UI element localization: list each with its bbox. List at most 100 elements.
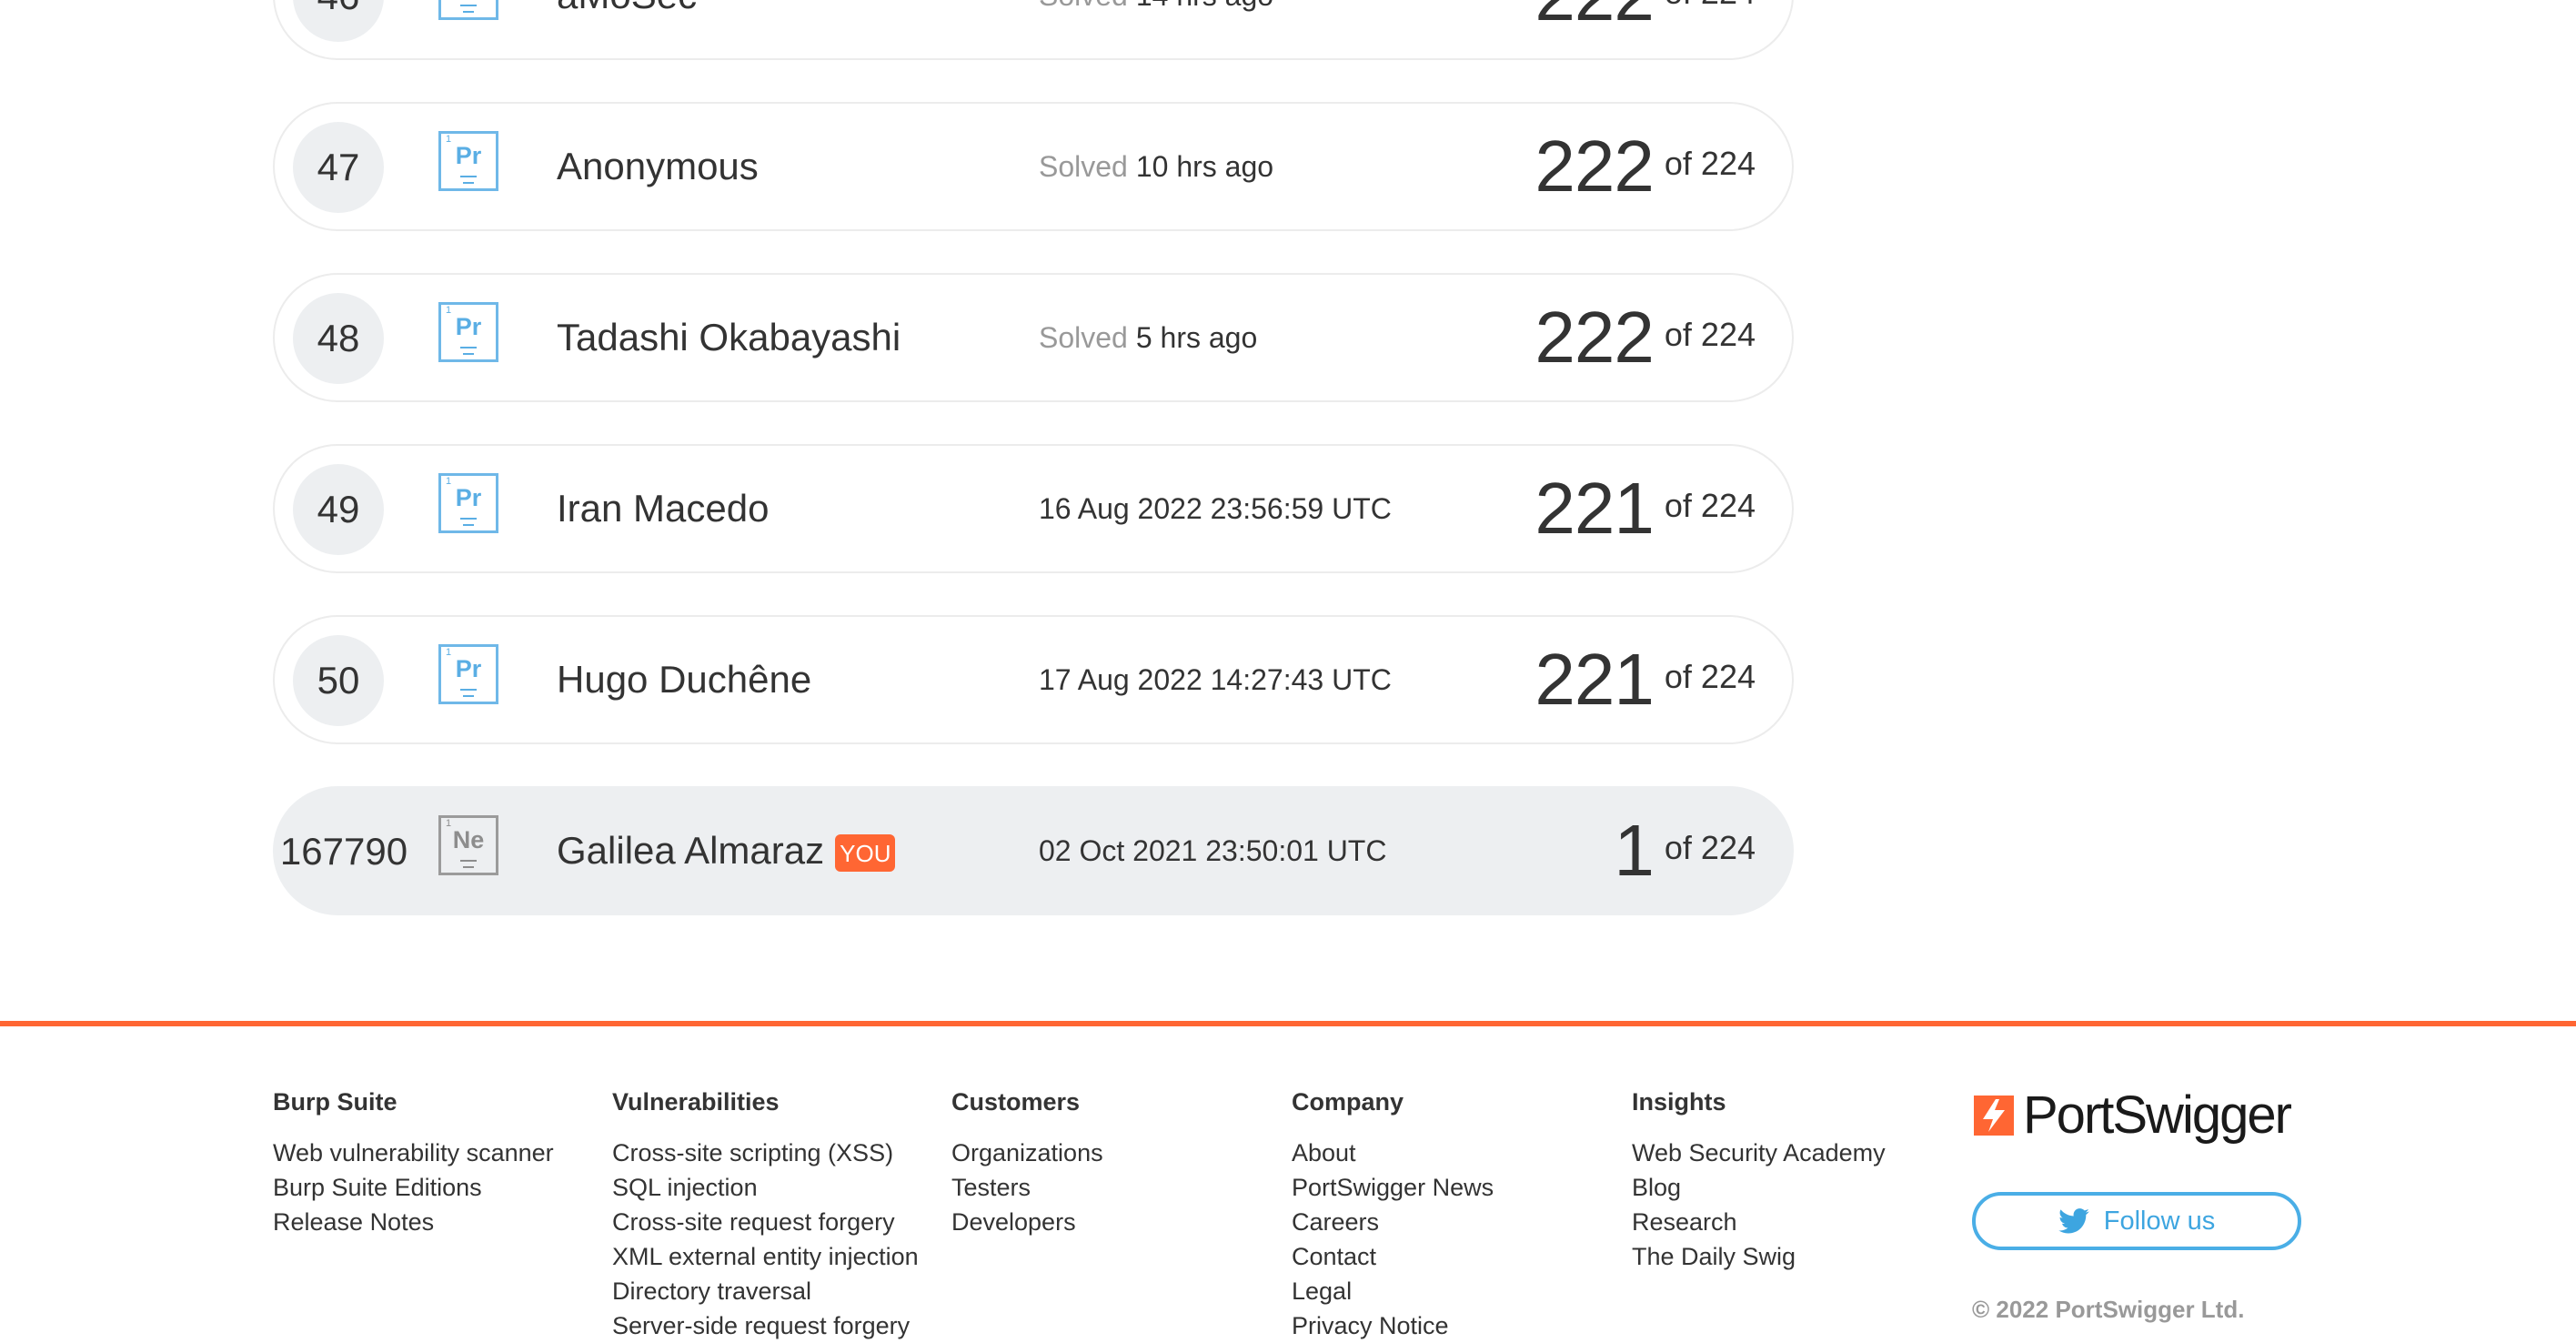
rank-number: 167790 bbox=[279, 830, 408, 873]
score-total: of 224 bbox=[1665, 658, 1756, 696]
score-total: of 224 bbox=[1665, 316, 1756, 354]
player-name: Anonymous bbox=[557, 145, 759, 187]
follow-us-button[interactable]: Follow us bbox=[1972, 1192, 2301, 1250]
site-footer: Burp Suite Web vulnerability scanner Bur… bbox=[0, 1026, 2576, 1339]
rank-circle: 50 bbox=[293, 635, 384, 726]
score: 221 of 224 bbox=[1535, 446, 1756, 571]
of-label: of bbox=[1664, 658, 1692, 695]
footer-link[interactable]: About bbox=[1292, 1136, 1494, 1170]
footer-link[interactable]: Careers bbox=[1292, 1205, 1494, 1239]
footer-link[interactable]: Developers bbox=[951, 1205, 1103, 1239]
total-value: 224 bbox=[1700, 829, 1756, 866]
of-label: of bbox=[1664, 487, 1692, 524]
footer-link[interactable]: Server-side request forgery bbox=[612, 1308, 919, 1343]
rank-circle: 48 bbox=[293, 293, 384, 384]
rank-number: 47 bbox=[317, 146, 360, 188]
level-symbol: Pr bbox=[455, 655, 482, 682]
score-total: of 224 bbox=[1665, 829, 1756, 867]
footer-column-insights: Insights Web Security Academy Blog Resea… bbox=[1632, 1088, 1886, 1274]
completion-time: 02 Oct 2021 23:50:01 UTC bbox=[1039, 788, 1386, 914]
footer-heading: Vulnerabilities bbox=[612, 1088, 780, 1116]
rank-number: 49 bbox=[317, 488, 360, 530]
footer-link[interactable]: Release Notes bbox=[273, 1205, 554, 1239]
footer-link[interactable]: Research bbox=[1632, 1205, 1886, 1239]
player-name-with-tag: Galilea Almaraz YOU bbox=[557, 788, 896, 914]
score-value: 222 bbox=[1535, 297, 1654, 378]
completion-time: 17 Aug 2022 14:27:43 UTC bbox=[1039, 617, 1392, 742]
copyright-text: © 2022 PortSwigger Ltd. bbox=[1972, 1296, 2245, 1323]
lightning-bolt-icon bbox=[1974, 1096, 2014, 1136]
total-value: 224 bbox=[1700, 316, 1756, 353]
rank-circle: 49 bbox=[293, 464, 384, 555]
of-label: of bbox=[1664, 316, 1692, 353]
follow-us-label: Follow us bbox=[2103, 1206, 2216, 1236]
footer-column-company: Company About PortSwigger News Careers C… bbox=[1292, 1088, 1494, 1343]
footer-link[interactable]: Burp Suite Editions bbox=[273, 1170, 554, 1205]
player-name: aMoSec bbox=[557, 0, 697, 58]
solved-time: Solved 10 hrs ago bbox=[1039, 104, 1273, 229]
player-name: Galilea Almaraz bbox=[557, 829, 825, 872]
footer-link[interactable]: Web vulnerability scanner bbox=[273, 1136, 554, 1170]
level-badge-icon: 1 Ne bbox=[438, 815, 498, 875]
score-value: 222 bbox=[1535, 0, 1654, 37]
footer-heading: Customers bbox=[951, 1088, 1081, 1116]
level-symbol: Pr bbox=[455, 313, 482, 340]
footer-link[interactable]: PortSwigger News bbox=[1292, 1170, 1494, 1205]
footer-link[interactable]: Blog bbox=[1632, 1170, 1886, 1205]
level-symbol: Ne bbox=[452, 826, 485, 853]
rank-number-you: 167790 bbox=[271, 806, 417, 897]
logo-text: PortSwigger bbox=[2023, 1086, 2292, 1145]
portswigger-logo[interactable]: PortSwigger bbox=[1974, 1086, 2292, 1145]
footer-link[interactable]: Cross-site request forgery bbox=[612, 1205, 919, 1239]
rank-circle: 46 bbox=[293, 0, 384, 42]
total-value: 224 bbox=[1700, 487, 1756, 524]
time-value: 17 Aug 2022 14:27:43 UTC bbox=[1039, 662, 1392, 696]
leaderboard-row: 47 1 Pr Anonymous Solved 10 hrs ago 222 of… bbox=[273, 102, 1794, 231]
footer-column-customers: Customers Organizations Testers Develope… bbox=[951, 1088, 1103, 1239]
score: 222 of 224 bbox=[1535, 104, 1756, 229]
footer-link[interactable]: Directory traversal bbox=[612, 1274, 919, 1308]
footer-link[interactable]: Privacy Notice bbox=[1292, 1308, 1494, 1343]
footer-heading: Company bbox=[1292, 1088, 1404, 1116]
leaderboard-row-you: 167790 1 Ne Galilea Almaraz YOU 02 Oct 20… bbox=[273, 786, 1794, 915]
level-badge-icon: 1 Pr bbox=[438, 0, 498, 20]
time-value: 02 Oct 2021 23:50:01 UTC bbox=[1039, 833, 1387, 867]
solved-time: Solved 14 hrs ago bbox=[1039, 0, 1273, 58]
solved-label: Solved bbox=[1039, 0, 1128, 13]
score-value: 222 bbox=[1535, 126, 1654, 207]
of-label: of bbox=[1664, 829, 1692, 866]
score-value: 1 bbox=[1614, 810, 1654, 891]
footer-link[interactable]: Testers bbox=[951, 1170, 1103, 1205]
score: 1 of 224 bbox=[1614, 788, 1756, 914]
total-value: 224 bbox=[1701, 0, 1756, 11]
score-value: 221 bbox=[1535, 639, 1654, 720]
score: 222 of 224 bbox=[1535, 0, 1756, 58]
footer-heading: Insights bbox=[1632, 1088, 1726, 1116]
leaderboard-row: 49 1 Pr Iran Macedo 16 Aug 2022 23:56:59… bbox=[273, 444, 1794, 573]
player-name: Iran Macedo bbox=[557, 487, 770, 530]
footer-column-vulnerabilities: Vulnerabilities Cross-site scripting (XS… bbox=[612, 1088, 919, 1343]
footer-link[interactable]: Web Security Academy bbox=[1632, 1136, 1886, 1170]
footer-link[interactable]: Organizations bbox=[951, 1136, 1103, 1170]
leaderboard-row: 46 1 Pr aMoSec Solved 14 hrs ago 222 of 22… bbox=[273, 0, 1794, 60]
time-value: 10 hrs ago bbox=[1135, 149, 1274, 183]
leaderboard-row: 48 1 Pr Tadashi Okabayashi Solved 5 hrs a… bbox=[273, 273, 1794, 402]
score-total: of 224 bbox=[1665, 487, 1756, 525]
footer-link[interactable]: Contact bbox=[1292, 1239, 1494, 1274]
footer-link[interactable]: Legal bbox=[1292, 1274, 1494, 1308]
level-badge-icon: 1 Pr bbox=[438, 644, 498, 704]
footer-link[interactable]: The Daily Swig bbox=[1632, 1239, 1886, 1274]
time-value: 14 hrs ago bbox=[1136, 0, 1273, 13]
level-symbol: Pr bbox=[455, 142, 482, 169]
footer-link[interactable]: Cross-site scripting (XSS) bbox=[612, 1136, 919, 1170]
rank-number: 48 bbox=[317, 317, 360, 359]
total-value: 224 bbox=[1700, 658, 1756, 695]
completion-time: 16 Aug 2022 23:56:59 UTC bbox=[1039, 446, 1392, 571]
solved-label: Solved bbox=[1039, 149, 1128, 183]
footer-link[interactable]: XML external entity injection bbox=[612, 1239, 919, 1274]
footer-heading: Burp Suite bbox=[273, 1088, 397, 1116]
time-value: 16 Aug 2022 23:56:59 UTC bbox=[1039, 491, 1392, 525]
footer-link[interactable]: SQL injection bbox=[612, 1170, 919, 1205]
level-badge-icon: 1 Pr bbox=[438, 473, 498, 533]
level-symbol: Pr bbox=[455, 484, 482, 511]
